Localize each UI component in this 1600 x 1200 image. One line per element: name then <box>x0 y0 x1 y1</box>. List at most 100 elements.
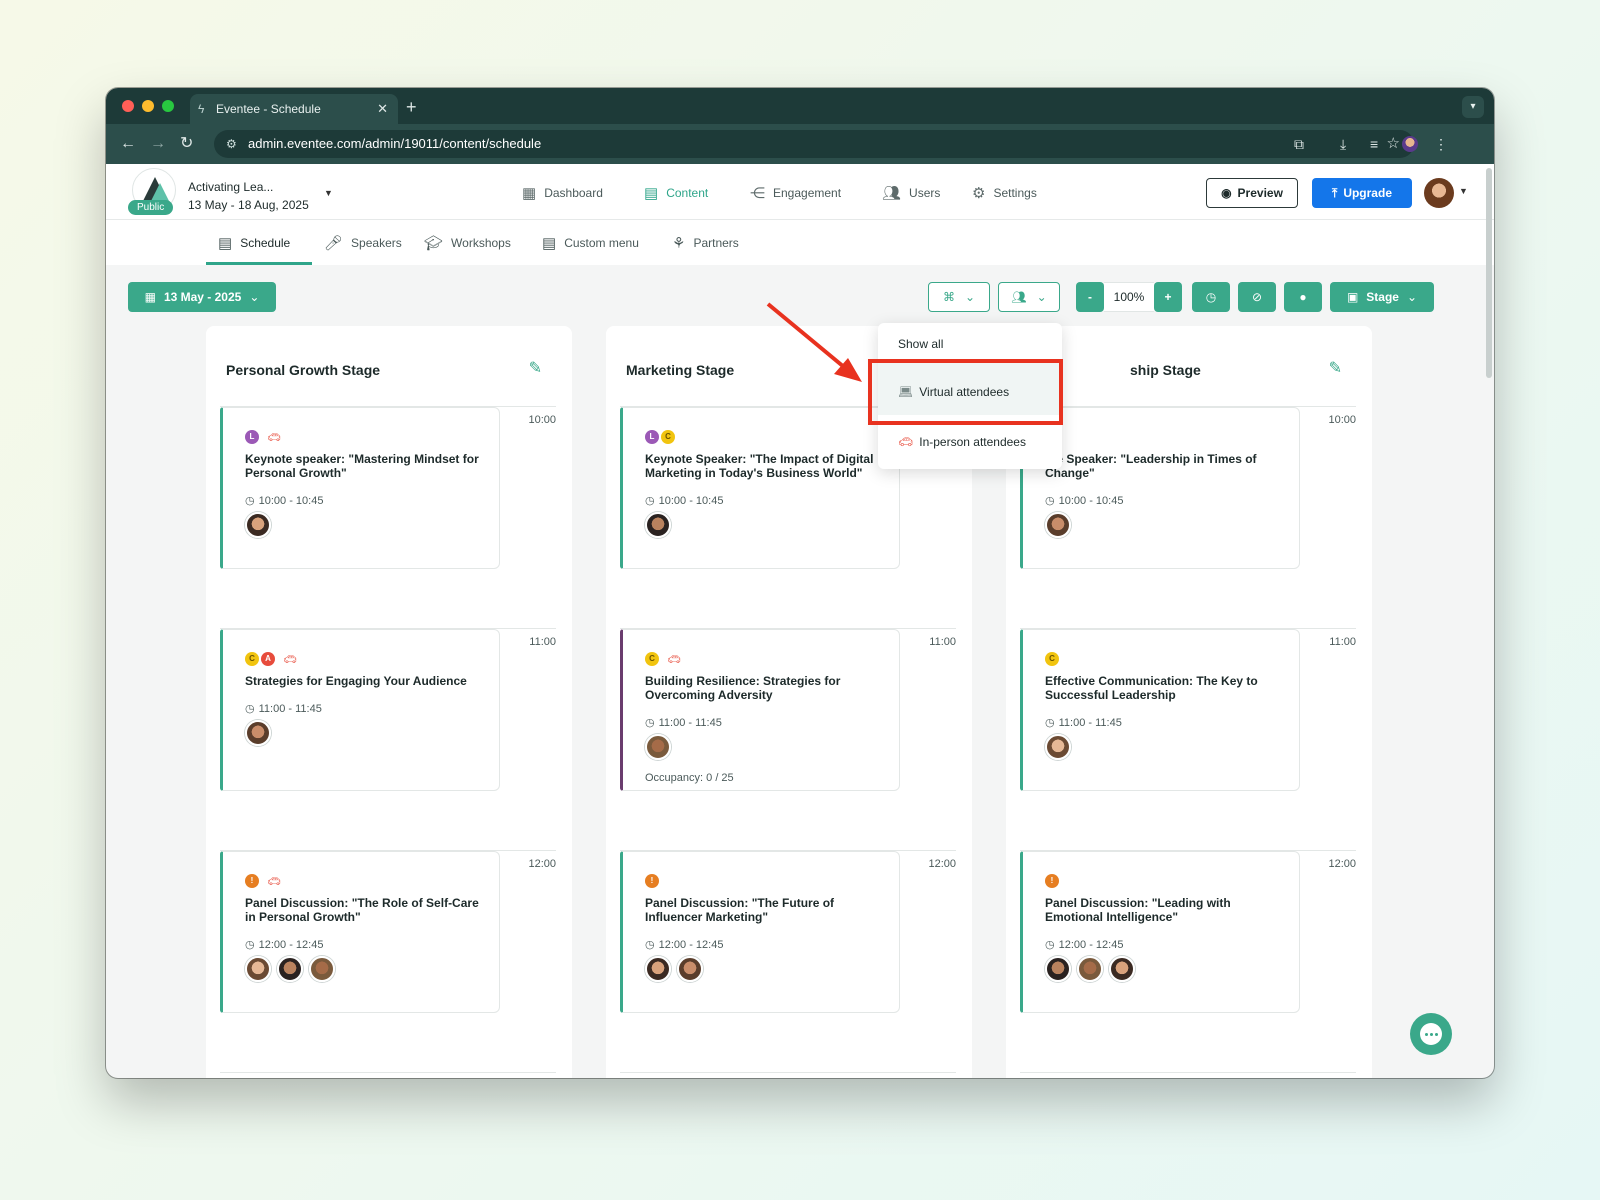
date-picker-button[interactable]: ▦ 13 May - 2025 ⌄ <box>128 282 276 312</box>
session-time: ◷ 11:00 - 11:45 <box>645 716 722 730</box>
session-card[interactable]: ote Speaker: "Leadership in Times of Cha… <box>1020 407 1300 569</box>
edit-pencil-icon[interactable]: ✎ <box>1329 358 1342 378</box>
speaker-avatar[interactable] <box>309 956 335 982</box>
session-time: ◷ 10:00 - 10:45 <box>1045 494 1123 508</box>
preview-button[interactable]: ◉ Preview <box>1206 178 1298 208</box>
tab-search-icon[interactable]: ▾ <box>1462 96 1484 118</box>
speaker-avatar[interactable] <box>645 512 671 538</box>
nav-users[interactable]: 👥︎ Users <box>882 184 940 202</box>
time-slot-label: 10:00 <box>528 414 556 426</box>
car-icon: 🚗︎ <box>898 435 914 449</box>
speaker-avatar[interactable] <box>1077 956 1103 982</box>
upgrade-button[interactable]: ⤒ Upgrade <box>1312 178 1412 208</box>
stage-title[interactable]: ship Stage <box>1130 362 1201 378</box>
new-tab-button[interactable]: + <box>406 92 417 122</box>
time-slot-label: 12:00 <box>928 858 956 870</box>
session-card[interactable]: C Effective Communication: The Key to Suc… <box>1020 629 1300 791</box>
time-slot-divider <box>220 1072 556 1073</box>
tab-custom-menu[interactable]: ▤ Custom menu <box>542 234 639 252</box>
session-time: ◷ 11:00 - 11:45 <box>1045 716 1122 730</box>
maximize-window-button[interactable] <box>162 100 174 112</box>
clock-icon: ◷ <box>245 495 255 507</box>
zoom-out-label: - <box>1088 290 1092 304</box>
speaker-avatar[interactable] <box>645 734 671 760</box>
zoom-value: 100% <box>1113 290 1145 304</box>
clock-icon: ◷ <box>1045 939 1055 951</box>
session-card[interactable]: C A 🚗︎ Strategies for Engaging Your Audienc… <box>220 629 500 791</box>
close-window-button[interactable] <box>122 100 134 112</box>
stage-title[interactable]: Personal Growth Stage <box>226 362 380 378</box>
tab-close-icon[interactable]: ✕ <box>377 94 388 124</box>
session-card[interactable]: ! 🚗︎ Panel Discussion: "The Role of Self-C… <box>220 851 500 1013</box>
hide-toggle-button[interactable]: ⊘ <box>1238 282 1276 312</box>
reload-icon[interactable]: ↻ <box>180 132 193 156</box>
speaker-avatar[interactable] <box>1045 512 1071 538</box>
profile-avatar[interactable] <box>1402 136 1418 152</box>
session-card[interactable]: ! Panel Discussion: "The Future of Influe… <box>620 851 900 1013</box>
browser-tab[interactable]: ϟ Eventee - Schedule ✕ <box>190 94 398 124</box>
speaker-avatars <box>1045 956 1135 982</box>
tab-workshops[interactable]: 🎓︎ Workshops <box>424 234 511 252</box>
speaker-avatar[interactable] <box>245 512 271 538</box>
forward-arrow-icon[interactable]: → <box>150 132 166 156</box>
speaker-avatar[interactable] <box>1045 734 1071 760</box>
session-card[interactable]: L C Keynote Speaker: "The Impact of Digita… <box>620 407 900 569</box>
microphone-icon: 🎤︎ <box>324 235 344 252</box>
session-time-value: 10:00 - 10:45 <box>658 494 724 507</box>
chat-button[interactable] <box>1410 1013 1452 1055</box>
clock-icon: ◷ <box>645 939 655 951</box>
event-name[interactable]: Activating Lea... <box>188 180 273 194</box>
calendar-icon: ▦ <box>144 290 156 304</box>
download-icon[interactable]: ⤓ <box>1340 132 1346 156</box>
session-card[interactable]: L 🚗︎ Keynote speaker: "Mastering Mindset f… <box>220 407 500 569</box>
nav-dashboard[interactable]: ▦ Dashboard <box>522 184 603 202</box>
time-slot-label: 10:00 <box>1328 414 1356 426</box>
url-input[interactable]: ⚙ admin.eventee.com/admin/19011/content/… <box>214 130 1414 158</box>
media-icon[interactable]: ≡ <box>1370 132 1378 156</box>
session-card[interactable]: C 🚗︎ Building Resilience: Strategies for O… <box>620 629 900 791</box>
zoom-in-button[interactable]: + <box>1154 282 1182 312</box>
time-settings-button[interactable]: ◷ <box>1192 282 1230 312</box>
dropdown-show-all[interactable]: Show all <box>898 337 943 351</box>
speaker-avatar[interactable] <box>245 956 271 982</box>
user-avatar[interactable] <box>1424 178 1454 208</box>
current-time-button[interactable]: ● <box>1284 282 1322 312</box>
bookmark-star-icon[interactable]: ☆ <box>1387 130 1400 158</box>
zoom-out-button[interactable]: - <box>1076 282 1104 312</box>
session-card[interactable]: ! Panel Discussion: "Leading with Emotion… <box>1020 851 1300 1013</box>
tag-filter-button[interactable]: ⌘ ⌄ <box>928 282 990 312</box>
session-tags: L 🚗︎ <box>245 430 281 444</box>
browser-menu-icon[interactable]: ⋮ <box>1434 132 1448 156</box>
session-tags: C A 🚗︎ <box>245 652 297 666</box>
dropdown-in-person-attendees[interactable]: 🚗︎ In-person attendees <box>898 435 1026 449</box>
speaker-avatar[interactable] <box>277 956 303 982</box>
user-menu-caret-icon[interactable]: ▼ <box>1459 186 1468 196</box>
view-mode-select[interactable]: ▣ Stage ⌄ <box>1330 282 1434 312</box>
tab-speakers[interactable]: 🎤︎ Speakers <box>324 234 402 252</box>
page-scrollbar[interactable] <box>1486 168 1492 378</box>
speaker-avatar[interactable] <box>1109 956 1135 982</box>
session-tags: ! <box>1045 874 1059 888</box>
clock-icon: ◷ <box>1205 290 1217 304</box>
minimize-window-button[interactable] <box>142 100 154 112</box>
tab-schedule[interactable]: ▤ Schedule <box>218 234 290 252</box>
clock-icon: ◷ <box>245 703 255 715</box>
back-arrow-icon[interactable]: ← <box>120 132 136 156</box>
event-switcher-caret-icon[interactable]: ▼ <box>324 188 333 198</box>
speaker-avatar[interactable] <box>645 956 671 982</box>
nav-dashboard-label: Dashboard <box>544 186 603 200</box>
edit-pencil-icon[interactable]: ✎ <box>529 358 542 378</box>
stage-title[interactable]: Marketing Stage <box>626 362 734 378</box>
nav-settings[interactable]: ⚙ Settings <box>972 184 1037 202</box>
nav-content[interactable]: ▤ Content <box>644 184 708 202</box>
attendee-filter-button[interactable]: 👥︎ ⌄ <box>998 282 1060 312</box>
extensions-icon[interactable]: ⧉ <box>1294 132 1304 156</box>
session-time: ◷ 12:00 - 12:45 <box>245 938 323 952</box>
nav-engagement[interactable]: ⋲ Engagement <box>750 184 841 202</box>
speaker-avatar[interactable] <box>245 720 271 746</box>
site-settings-icon[interactable]: ⚙ <box>226 130 237 158</box>
speaker-avatar[interactable] <box>677 956 703 982</box>
tab-partners[interactable]: ⚘ Partners <box>672 234 739 252</box>
event-dates[interactable]: 13 May - 18 Aug, 2025 <box>188 198 309 212</box>
speaker-avatar[interactable] <box>1045 956 1071 982</box>
